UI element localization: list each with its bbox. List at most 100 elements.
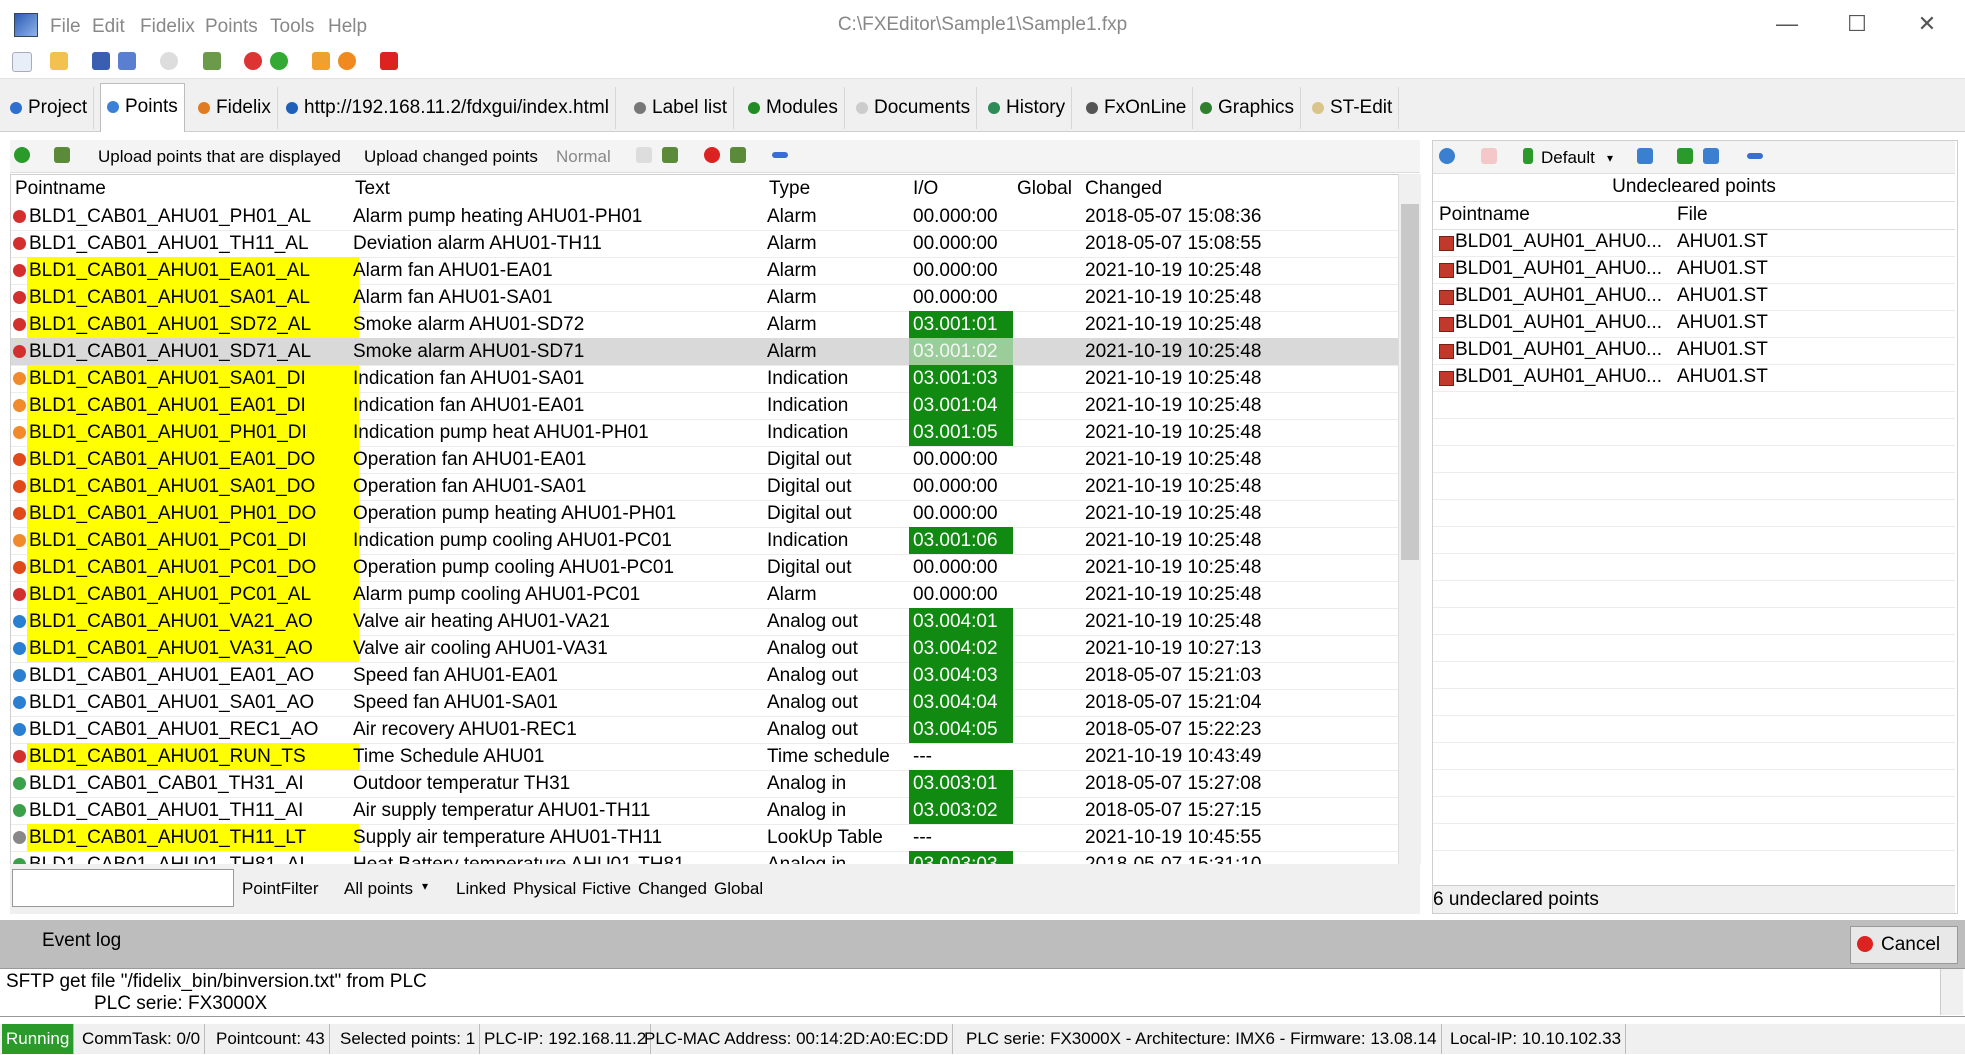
col-changed[interactable]: Changed xyxy=(1081,175,1402,202)
close-button[interactable]: ✕ xyxy=(1897,8,1957,40)
minimize-button[interactable]: — xyxy=(1757,8,1817,40)
table-row[interactable]: BLD1_CAB01_AHU01_SD72_AL Smoke alarm AHU0… xyxy=(11,311,1401,339)
table-row[interactable]: BLD1_CAB01_AHU01_PH01_DI Indication pump … xyxy=(11,419,1401,447)
table-row[interactable]: BLD1_CAB01_AHU01_SA01_DO Operation fan AH… xyxy=(11,473,1401,501)
scroll-thumb[interactable] xyxy=(1401,204,1419,560)
normal-button[interactable]: Normal xyxy=(556,147,611,167)
chevron-down-icon[interactable]: ▾ xyxy=(422,879,428,893)
col-io[interactable]: I/O xyxy=(909,175,1014,202)
new-file-icon[interactable] xyxy=(12,52,32,72)
col-text[interactable]: Text xyxy=(351,175,766,202)
stop-icon[interactable] xyxy=(244,52,262,70)
point-filter-button[interactable]: PointFilter xyxy=(242,879,319,899)
run-icon[interactable] xyxy=(270,52,288,70)
table-row[interactable]: BLD1_CAB01_AHU01_SD71_AL Smoke alarm AHU0… xyxy=(11,338,1401,366)
table-row[interactable]: BLD1_CAB01_AHU01_REC1_AO Air recovery AHU… xyxy=(11,716,1401,744)
save-icon[interactable] xyxy=(92,52,110,70)
document-icon[interactable] xyxy=(636,147,652,163)
table-row[interactable]: BLD1_CAB01_AHU01_EA01_AO Speed fan AHU01-… xyxy=(11,662,1401,690)
stop-icon[interactable] xyxy=(704,147,720,163)
upload-icon[interactable] xyxy=(203,52,221,70)
settings-icon[interactable] xyxy=(312,52,330,70)
log-scrollbar[interactable] xyxy=(1940,969,1963,1015)
delete-icon[interactable] xyxy=(1481,148,1497,164)
cell-changed: 2021-10-19 10:25:48 xyxy=(1085,260,1262,281)
filter-add-icon[interactable] xyxy=(1703,148,1719,164)
table-row[interactable]: BLD1_CAB01_AHU01_EA01_DI Indication fan A… xyxy=(11,392,1401,420)
filter-icon[interactable] xyxy=(1523,148,1533,164)
list-item[interactable]: BLD01_AUH01_AHU0... AHU01.ST xyxy=(1433,256,1955,284)
table-row[interactable]: BLD1_CAB01_CAB01_TH31_AI Outdoor temperat… xyxy=(11,770,1401,798)
undeclared-toolbar: Default ▾ xyxy=(1433,141,1955,174)
table-row[interactable]: BLD1_CAB01_AHU01_EA01_AL Alarm fan AHU01-… xyxy=(11,257,1401,285)
table-row[interactable]: BLD1_CAB01_AHU01_TH11_AI Air supply tempe… xyxy=(11,797,1401,825)
cell-pointname: BLD1_CAB01_AHU01_PH01_DO xyxy=(27,500,359,527)
open-folder-icon[interactable] xyxy=(50,52,68,70)
tab-label-list[interactable]: Label list xyxy=(628,87,734,129)
table-row[interactable]: BLD1_CAB01_AHU01_TH11_AL Deviation alarm … xyxy=(11,230,1401,258)
physical-filter[interactable]: Physical xyxy=(513,879,576,899)
all-points-dropdown[interactable]: All points xyxy=(344,879,413,899)
refresh-icon[interactable] xyxy=(1439,148,1455,164)
add-point-icon[interactable] xyxy=(14,147,30,163)
linked-filter[interactable]: Linked xyxy=(456,879,506,899)
list-item[interactable]: BLD01_AUH01_AHU0... AHU01.ST xyxy=(1433,310,1955,338)
upload-icon[interactable] xyxy=(54,147,70,163)
exit-icon[interactable] xyxy=(380,52,398,70)
expand-icon[interactable] xyxy=(1747,153,1763,159)
table-row[interactable]: BLD1_CAB01_AHU01_PH01_DO Operation pump h… xyxy=(11,500,1401,528)
tab-web[interactable]: http://192.168.11.2/fdxgui/index.html xyxy=(280,87,616,129)
maximize-button[interactable]: ☐ xyxy=(1827,8,1887,40)
table-row[interactable]: BLD1_CAB01_AHU01_VA21_AO Valve air heatin… xyxy=(11,608,1401,636)
col-pointname[interactable]: Pointname xyxy=(11,175,352,202)
col-type[interactable]: Type xyxy=(765,175,910,202)
add-icon[interactable] xyxy=(1677,148,1693,164)
save-all-icon[interactable] xyxy=(118,52,136,70)
table-row[interactable]: BLD1_CAB01_AHU01_SA01_DI Indication fan A… xyxy=(11,365,1401,393)
table-row[interactable]: BLD1_CAB01_AHU01_PC01_DI Indication pump … xyxy=(11,527,1401,555)
tab-fxonline[interactable]: FxOnLine xyxy=(1080,87,1194,129)
upload-icon[interactable] xyxy=(730,147,746,163)
table-row[interactable]: BLD1_CAB01_AHU01_PC01_DO Operation pump c… xyxy=(11,554,1401,582)
grid-scrollbar[interactable] xyxy=(1398,174,1421,864)
table-row[interactable]: BLD1_CAB01_AHU01_VA31_AO Valve air coolin… xyxy=(11,635,1401,663)
default-dropdown[interactable]: Default xyxy=(1541,148,1595,168)
list-item[interactable]: BLD01_AUH01_AHU0... AHU01.ST xyxy=(1433,283,1955,311)
search-icon[interactable] xyxy=(160,52,178,70)
table-row[interactable]: BLD1_CAB01_AHU01_PC01_AL Alarm pump cooli… xyxy=(11,581,1401,609)
tab-fidelix[interactable]: Fidelix xyxy=(192,87,278,129)
connect-icon[interactable] xyxy=(338,52,356,70)
global-filter[interactable]: Global xyxy=(714,879,763,899)
cell-type: Alarm xyxy=(767,314,817,335)
col-file[interactable]: File xyxy=(1677,201,1708,229)
chevron-down-icon[interactable]: ▾ xyxy=(1607,151,1613,165)
tab-points[interactable]: Points xyxy=(100,83,185,132)
col-global[interactable]: Global xyxy=(1013,175,1082,202)
empty-row xyxy=(1433,823,1955,851)
table-row[interactable]: BLD1_CAB01_AHU01_TH11_LT Supply air tempe… xyxy=(11,824,1401,852)
tab-project[interactable]: Project xyxy=(4,87,95,129)
fictive-filter[interactable]: Fictive xyxy=(582,879,631,899)
download-icon[interactable] xyxy=(662,147,678,163)
list-item[interactable]: BLD01_AUH01_AHU0... AHU01.ST xyxy=(1433,229,1955,257)
upload-displayed-button[interactable]: Upload points that are displayed xyxy=(98,147,341,167)
table-row[interactable]: BLD1_CAB01_AHU01_RUN_TS Time Schedule AHU… xyxy=(11,743,1401,771)
cancel-button[interactable]: Cancel xyxy=(1850,926,1958,964)
table-row[interactable]: BLD1_CAB01_AHU01_EA01_DO Operation fan AH… xyxy=(11,446,1401,474)
tab-st-edit[interactable]: ST-Edit xyxy=(1306,87,1400,129)
tab-graphics[interactable]: Graphics xyxy=(1194,87,1302,129)
expand-icon[interactable] xyxy=(772,152,788,158)
tab-documents[interactable]: Documents xyxy=(850,87,978,129)
col-pointname[interactable]: Pointname xyxy=(1439,201,1530,229)
filter-input[interactable] xyxy=(12,869,234,907)
tab-modules[interactable]: Modules xyxy=(742,87,845,129)
table-row[interactable]: BLD1_CAB01_AHU01_SA01_AL Alarm fan AHU01-… xyxy=(11,284,1401,312)
list-item[interactable]: BLD01_AUH01_AHU0... AHU01.ST xyxy=(1433,337,1955,365)
list-item[interactable]: BLD01_AUH01_AHU0... AHU01.ST xyxy=(1433,364,1955,392)
upload-changed-button[interactable]: Upload changed points xyxy=(364,147,538,167)
changed-filter[interactable]: Changed xyxy=(638,879,707,899)
tab-history[interactable]: History xyxy=(982,87,1073,129)
table-row[interactable]: BLD1_CAB01_AHU01_SA01_AO Speed fan AHU01-… xyxy=(11,689,1401,717)
tools-icon[interactable] xyxy=(1637,148,1653,164)
table-row[interactable]: BLD1_CAB01_AHU01_PH01_AL Alarm pump heati… xyxy=(11,203,1401,231)
